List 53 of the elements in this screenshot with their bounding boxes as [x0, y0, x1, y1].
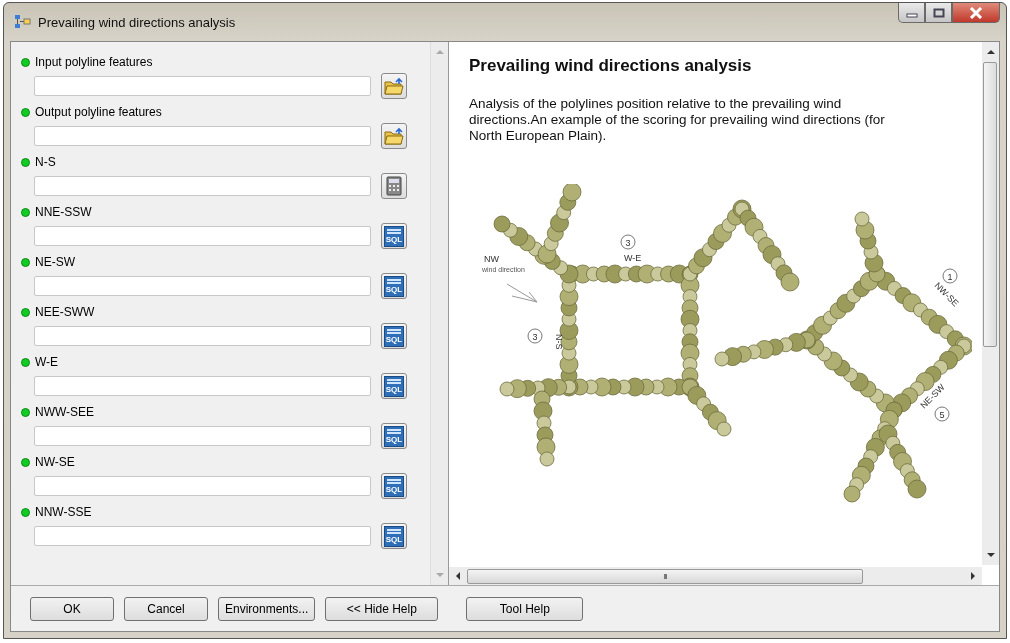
- help-text: Analysis of the polylines position relative to the prevailing wind directions.An example of the scoring for prevailing wind directions (for North European Plain).: [469, 96, 886, 144]
- calculator-icon: [386, 176, 402, 196]
- parameter-label: N-S: [35, 155, 56, 169]
- close-button[interactable]: [952, 3, 1000, 23]
- minimize-button[interactable]: [898, 3, 925, 23]
- dialog-button[interactable]: << Hide Help: [325, 596, 439, 621]
- direction-label: N-S: [554, 334, 564, 350]
- parameter-label: NEE-SWW: [35, 305, 95, 319]
- input-field[interactable]: [34, 276, 371, 296]
- maximize-button[interactable]: [925, 3, 952, 23]
- input-field[interactable]: [34, 326, 371, 346]
- input-field[interactable]: [34, 476, 371, 496]
- tool-help-button[interactable]: Tool Help: [466, 596, 584, 621]
- input-field[interactable]: [34, 126, 371, 146]
- browse-button[interactable]: [381, 123, 407, 149]
- score-label: 3: [620, 234, 636, 250]
- dialog-button[interactable]: Environments...: [218, 596, 316, 621]
- close-icon: [969, 6, 983, 19]
- folder-icon: [384, 127, 404, 145]
- parameter-label: NNW-SSE: [35, 505, 92, 519]
- scroll-thumb[interactable]: III: [467, 568, 863, 584]
- scrollbar[interactable]: [430, 42, 448, 585]
- dialog-button[interactable]: OK: [30, 596, 114, 621]
- input-field[interactable]: [34, 426, 371, 446]
- parameter-label: NWW-SEE: [35, 405, 95, 419]
- score-label: 5: [934, 406, 950, 422]
- input-field[interactable]: [34, 76, 371, 96]
- input-field[interactable]: [34, 376, 371, 396]
- folder-icon: [384, 77, 404, 95]
- browse-button[interactable]: [381, 73, 407, 99]
- direction-label: W-E: [624, 253, 642, 263]
- input-field[interactable]: [34, 176, 371, 196]
- parameter-label: Output polyline features: [35, 105, 162, 119]
- input-field[interactable]: [34, 226, 371, 246]
- dialog-button[interactable]: Cancel: [124, 596, 208, 621]
- input-field[interactable]: [34, 526, 371, 546]
- calculator-button[interactable]: [381, 173, 407, 199]
- parameter-label: W-E: [35, 355, 59, 369]
- wind-arrow-icon: [506, 283, 538, 303]
- window-title: Prevailing wind directions analysis: [38, 14, 236, 30]
- vertical-scrollbar[interactable]: [982, 42, 999, 565]
- direction-label: NW: [484, 254, 499, 264]
- maximize-icon: [932, 7, 945, 18]
- score-label: 3: [527, 328, 543, 344]
- help-title: Prevailing wind directions analysis: [469, 56, 753, 76]
- score-label: 1: [942, 268, 958, 284]
- scroll-thumb[interactable]: [983, 62, 997, 347]
- parameter-label: NNE-SSW: [35, 205, 92, 219]
- parameter-label: Input polyline features: [35, 55, 153, 69]
- horizontal-scrollbar[interactable]: III: [449, 567, 982, 585]
- tool-icon: [14, 14, 32, 30]
- parameter-label: NW-SE: [35, 455, 75, 469]
- parameter-label: NE-SW: [35, 255, 75, 269]
